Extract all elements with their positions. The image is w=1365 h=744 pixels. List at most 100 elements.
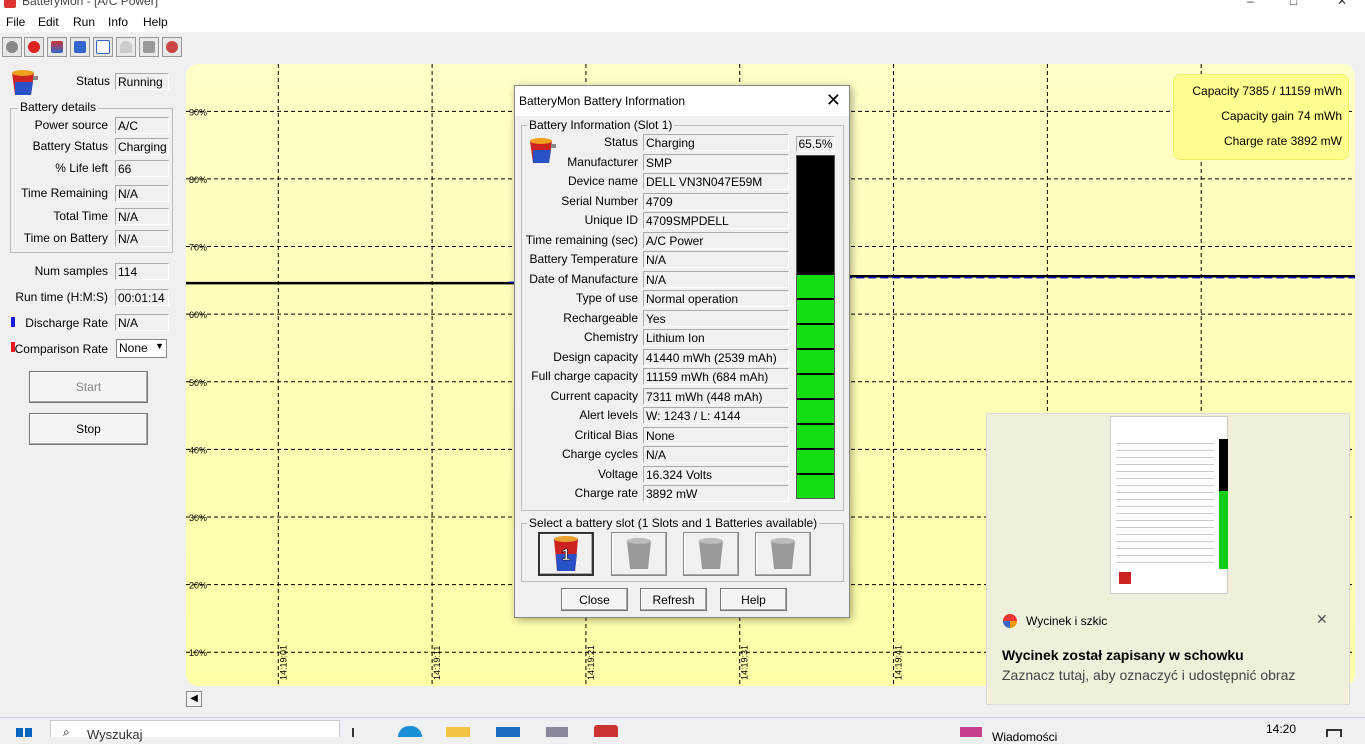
comparison-rate-select[interactable]: None ▼ [116,339,167,358]
stop-icon[interactable] [24,37,44,57]
battery-status-value: Charging [115,138,169,155]
battery-slot-4[interactable] [755,532,811,576]
dialog-title: BatteryMon Battery Information [519,94,686,108]
num-samples-label: Num samples [34,264,108,278]
info-row-value: SMP [643,154,789,171]
toast-close-icon[interactable]: ✕ [1316,611,1328,628]
battery-status-label: Battery Status [32,139,108,153]
info-row-label: Charge cycles [561,447,638,461]
charge-level-fill [797,274,834,498]
life-left-label: % Life left [55,161,108,175]
status-label: Status [75,74,110,88]
info-row-value: W: 1243 / L: 4144 [643,407,789,424]
power-source-label: Power source [34,118,108,132]
menu-info[interactable]: Info [108,15,128,29]
battery-info-dialog: BatteryMon Battery Information ✕ Battery… [514,85,850,618]
start-button[interactable]: Start [29,371,148,403]
info-row-label: Full charge capacity [531,369,638,383]
info-row-value: 41440 mWh (2539 mAh) [643,349,789,366]
battery-icon[interactable] [47,37,67,57]
hand-icon[interactable] [139,37,159,57]
menu-edit[interactable]: Edit [38,15,59,29]
battery-slot-3[interactable] [683,532,739,576]
info-row-label: Type of use [575,291,638,305]
dialog-close-icon[interactable]: ✕ [826,90,841,111]
battery-info-group-title: Battery Information (Slot 1) [527,118,675,132]
info-row-label: Serial Number [561,194,638,208]
info-row-value: N/A [643,251,789,268]
battery-slot-group-title: Select a battery slot (1 Slots and 1 Bat… [527,516,820,530]
discharge-rate-label: Discharge Rate [25,316,108,330]
y-tick-label: 70% [189,243,207,253]
info-row-value: Charging [643,134,789,151]
info-row-value: N/A [643,271,789,288]
info-row-label: Current capacity [550,389,638,403]
y-tick-label: 90% [189,107,207,117]
y-tick-label: 60% [189,310,207,320]
charge-level-bar [796,155,835,499]
charge-percent: 65.5% [796,136,835,152]
info-row-value: A/C Power [643,232,789,249]
clock: 14:20 [1266,722,1297,736]
total-time-value: N/A [115,208,169,225]
info-row-label: Device name [567,174,638,188]
info-row-label: Design capacity [553,350,638,364]
toast-app-name: Wycinek i szkic [1026,614,1108,628]
power-source-value: A/C [115,117,169,134]
settings-icon[interactable] [162,37,182,57]
edge-icon[interactable] [398,726,422,737]
info-row-label: Alert levels [579,408,638,422]
x-tick-label: 14:19:11 [432,646,442,680]
minimize-button[interactable]: – [1247,0,1254,8]
close-window-button[interactable]: ✕ [1337,0,1347,8]
info-row-label: Chemistry [583,330,638,344]
slot-1-badge: 1 [562,547,571,564]
dialog-refresh-button[interactable]: Refresh [640,588,707,611]
title-bar: BatteryMon - [A/C Power] – □ ✕ [0,0,1365,12]
info-row-value: 4709SMPDELL [643,212,789,229]
toast-body: Zaznacz tutaj, aby oznaczyć i udostępnić… [1002,667,1296,683]
y-tick-label: 20% [189,581,207,591]
battery-slot-1[interactable]: 1 [538,532,594,576]
gauge-icon[interactable] [116,37,136,57]
menu-run[interactable]: Run [73,15,95,29]
app-icon [4,0,16,8]
stop-button[interactable]: Stop [29,413,148,445]
info-row-label: Date of Manufacture [529,272,638,286]
battery-logo-icon [8,67,40,97]
x-tick-label: 14:19:41 [894,645,904,680]
y-tick-label: 30% [189,513,207,523]
time-remaining-label: Time Remaining [21,186,108,200]
taskbar-search[interactable]: ⌕ Wyszukaj [50,720,340,742]
snip-app-icon [1003,614,1017,628]
snip-notification[interactable]: Wycinek i szkic ✕ Wycinek został zapisan… [986,413,1350,705]
info-row-value: N/A [643,446,789,463]
toolbar [0,33,1365,61]
info-row-label: Charge rate [574,486,638,500]
comparison-rate-selected: None [119,341,148,355]
menu-help[interactable]: Help [143,15,168,29]
dialog-title-bar: BatteryMon Battery Information [515,86,849,116]
news-label: Wiadomości [992,730,1058,744]
info-row-label: Critical Bias [574,428,638,442]
info-row-value: 4709 [643,193,789,210]
record-icon[interactable] [2,37,22,57]
run-time-label: Run time (H:M:S) [15,290,108,304]
scroll-left-arrow-icon[interactable]: ◀ [186,691,202,707]
num-samples-value: 114 [115,263,169,280]
info-icon[interactable] [70,37,90,57]
x-tick-label: 14:19:21 [586,645,596,680]
info-row-label: Unique ID [584,213,638,227]
battery-slot-2[interactable] [611,532,667,576]
search-placeholder: Wyszukaj [87,727,143,742]
maximize-button[interactable]: □ [1290,0,1297,8]
info-row-value: 7311 mWh (448 mAh) [643,388,789,405]
dialog-help-button[interactable]: Help [720,588,787,611]
status-value: Running [115,73,169,90]
dialog-close-button[interactable]: Close [561,588,628,611]
batterymon-taskbar-icon[interactable] [594,725,618,737]
menu-file[interactable]: File [6,15,25,29]
toast-title: Wycinek został zapisany w schowku [1002,647,1244,663]
capacity-text: Capacity 7385 / 11159 mWh [1192,84,1342,98]
checklist-icon[interactable] [93,37,113,57]
